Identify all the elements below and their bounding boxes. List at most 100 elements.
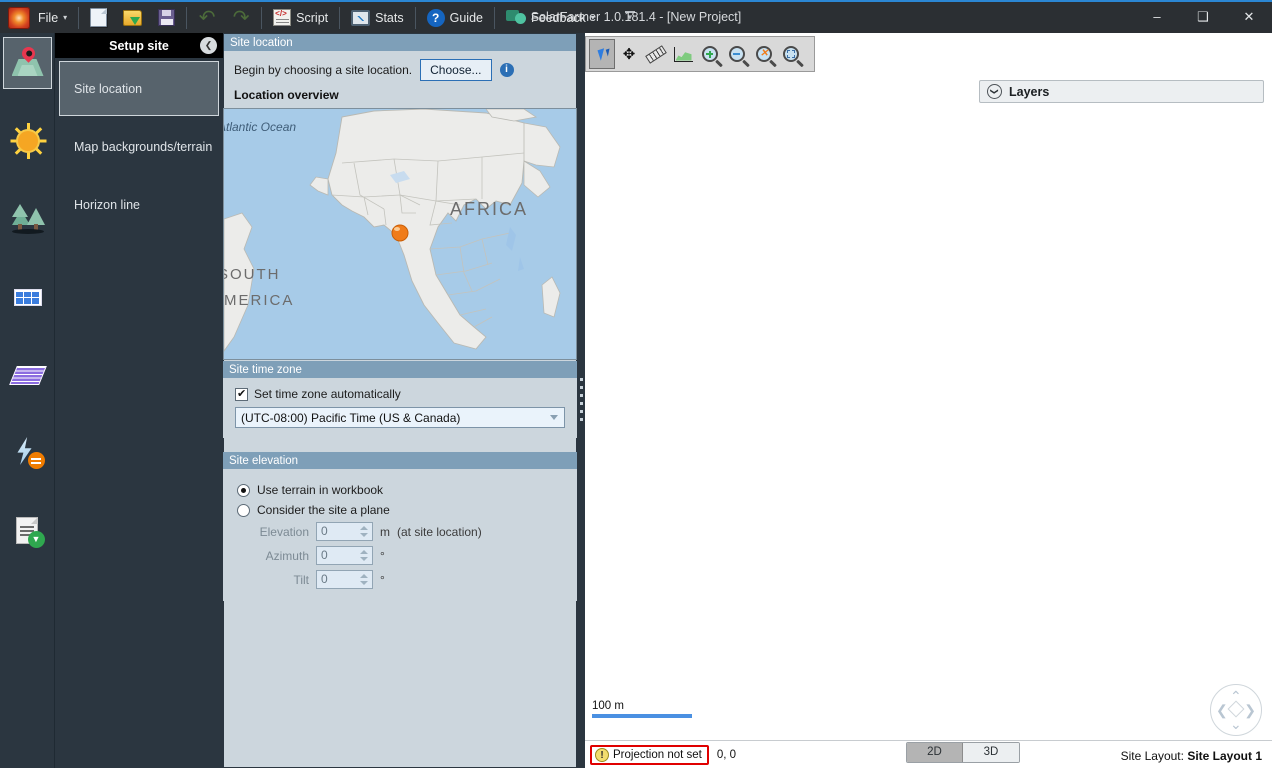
use-terrain-option[interactable]: Use terrain in workbook xyxy=(237,483,565,497)
zoom-extents-tool-button[interactable] xyxy=(778,39,804,69)
azimuth-unit: ° xyxy=(380,548,385,563)
feedback-button[interactable]: Feedback ▾ xyxy=(498,1,603,34)
nav-item-site-location[interactable]: Site location xyxy=(59,61,219,116)
measure-tool-button[interactable] xyxy=(643,39,669,69)
zoom-in-tool-button[interactable] xyxy=(697,39,723,69)
compass-right-icon[interactable]: ❯ xyxy=(1244,703,1256,717)
open-project-button[interactable] xyxy=(115,1,150,34)
elevation-field-label: Elevation xyxy=(259,524,309,539)
redo-arrow-icon: ↷ xyxy=(232,4,250,29)
mode-2d-button[interactable]: 2D xyxy=(907,743,963,762)
mode-3d-button[interactable]: 3D xyxy=(963,743,1019,762)
layers-panel[interactable]: ❯ Layers xyxy=(979,80,1264,103)
stepper-down-icon[interactable] xyxy=(360,533,368,537)
stepper-up-icon[interactable] xyxy=(360,526,368,530)
site-elevation-header: Site elevation xyxy=(223,452,577,469)
compass-down-icon[interactable]: ⌄ xyxy=(1230,717,1242,731)
close-button[interactable]: ✕ xyxy=(1226,0,1272,33)
speech-bubbles-icon xyxy=(505,10,526,25)
panel-splitter[interactable] xyxy=(577,33,585,768)
rail-item-array-layout[interactable] xyxy=(3,349,52,401)
stepper-down-icon[interactable] xyxy=(360,581,368,585)
nav-item-horizon-line[interactable]: Horizon line xyxy=(59,177,219,232)
stepper-up-icon[interactable] xyxy=(360,574,368,578)
script-code-icon xyxy=(273,9,292,26)
elevation-note: (at site location) xyxy=(397,524,482,539)
use-terrain-radio[interactable] xyxy=(237,483,250,497)
tilt-stepper[interactable]: 0 xyxy=(316,570,373,589)
magnifier-reset-icon: ✕ xyxy=(756,46,772,62)
toolbar-divider xyxy=(414,6,416,29)
scale-bar-line xyxy=(592,714,692,718)
window-controls: – ❑ ✕ xyxy=(1134,0,1272,33)
stats-button[interactable]: Stats xyxy=(343,1,412,34)
location-overview-map[interactable]: Atlantic Ocean AFRICA SOUTH AMERICA xyxy=(223,108,577,360)
azimuth-stepper[interactable]: 0 xyxy=(316,546,373,565)
view-mode-toggle: 2D 3D xyxy=(906,742,1020,763)
guide-button[interactable]: ? Guide xyxy=(419,1,491,34)
sun-icon xyxy=(9,122,47,160)
nav-item-map-backgrounds[interactable]: Map backgrounds/terrain xyxy=(59,119,219,174)
toolbar-divider xyxy=(339,6,341,29)
undo-button[interactable]: ↶ xyxy=(190,1,224,34)
site-time-zone-section: Site time zone Set time zone automatical… xyxy=(223,361,577,438)
elevation-stepper[interactable]: 0 xyxy=(316,522,373,541)
select-tool-button[interactable] xyxy=(589,39,615,69)
redo-button[interactable]: ↷ xyxy=(224,1,258,34)
toolbar-divider xyxy=(78,6,80,29)
stepper-up-icon[interactable] xyxy=(360,550,368,554)
timezone-selected-value: (UTC-08:00) Pacific Time (US & Canada) xyxy=(241,410,461,425)
america-label: AMERICA xyxy=(224,292,294,309)
zoom-out-tool-button[interactable] xyxy=(724,39,750,69)
ocean-label: Atlantic Ocean xyxy=(224,120,296,134)
zoom-reset-tool-button[interactable]: ✕ xyxy=(751,39,777,69)
rail-item-electrical[interactable] xyxy=(3,427,52,479)
nav-item-label: Site location xyxy=(74,81,143,96)
save-project-button[interactable] xyxy=(150,1,183,34)
solarfarmer-logo-icon xyxy=(8,6,30,29)
file-menu-button[interactable]: File ▾ xyxy=(30,1,75,34)
auto-timezone-checkbox[interactable] xyxy=(235,387,248,401)
pan-move-icon: ✥ xyxy=(622,44,636,63)
info-icon[interactable]: i xyxy=(499,63,514,77)
site-plane-radio[interactable] xyxy=(237,503,250,517)
rail-item-reports[interactable] xyxy=(3,505,52,557)
question-mark-icon: ? xyxy=(426,8,445,27)
collapse-panel-icon[interactable]: ❮ xyxy=(200,37,217,54)
splitter-grip-icon xyxy=(579,378,583,423)
projection-warning[interactable]: ! Projection not set xyxy=(590,744,709,765)
profile-tool-button[interactable] xyxy=(670,39,696,69)
maximize-button[interactable]: ❑ xyxy=(1180,0,1226,33)
cursor-arrow-icon xyxy=(596,47,608,61)
undo-arrow-icon: ↶ xyxy=(198,4,216,29)
chevron-down-icon xyxy=(550,415,558,420)
use-terrain-label: Use terrain in workbook xyxy=(257,483,384,497)
minimize-button[interactable]: – xyxy=(1134,0,1180,33)
chevron-down-icon[interactable]: ❯ xyxy=(987,84,1002,99)
pan-tool-button[interactable]: ✥ xyxy=(616,39,642,69)
timezone-select[interactable]: (UTC-08:00) Pacific Time (US & Canada) xyxy=(235,407,565,428)
site-plane-option[interactable]: Consider the site a plane xyxy=(237,503,565,517)
rail-item-modules[interactable] xyxy=(3,271,52,323)
map-toolbar: ✥ ✕ xyxy=(585,36,815,72)
compass-left-icon[interactable]: ❮ xyxy=(1216,703,1228,717)
open-folder-icon xyxy=(123,9,143,26)
lightning-bolt-icon xyxy=(9,434,47,472)
site-plane-label: Consider the site a plane xyxy=(257,503,390,517)
new-document-button[interactable] xyxy=(82,1,115,34)
choose-location-button[interactable]: Choose... xyxy=(420,59,492,81)
location-overview-label: Location overview xyxy=(234,88,339,102)
script-button[interactable]: Script xyxy=(265,1,336,34)
toolbar-overflow-button[interactable]: ▾ xyxy=(615,1,645,34)
rail-item-irradiance[interactable] xyxy=(3,115,52,167)
document-download-icon xyxy=(9,512,47,550)
rail-item-site-location[interactable] xyxy=(3,37,52,89)
setup-site-nav: Setup site ❮ Site location Map backgroun… xyxy=(55,33,223,768)
nav-item-label: Horizon line xyxy=(74,197,141,212)
tilt-unit: ° xyxy=(380,572,385,587)
scale-distance-label: 100 m xyxy=(592,700,624,712)
stepper-down-icon[interactable] xyxy=(360,557,368,561)
navigation-compass[interactable]: ⌃ ⌄ ❮ ❯ xyxy=(1210,684,1262,736)
map-view[interactable]: ✥ ✕ ❯ Layers 100 m ⌃ ⌄ ❮ ❯ ! Projection … xyxy=(585,33,1272,768)
rail-item-shading-objects[interactable] xyxy=(3,193,52,245)
